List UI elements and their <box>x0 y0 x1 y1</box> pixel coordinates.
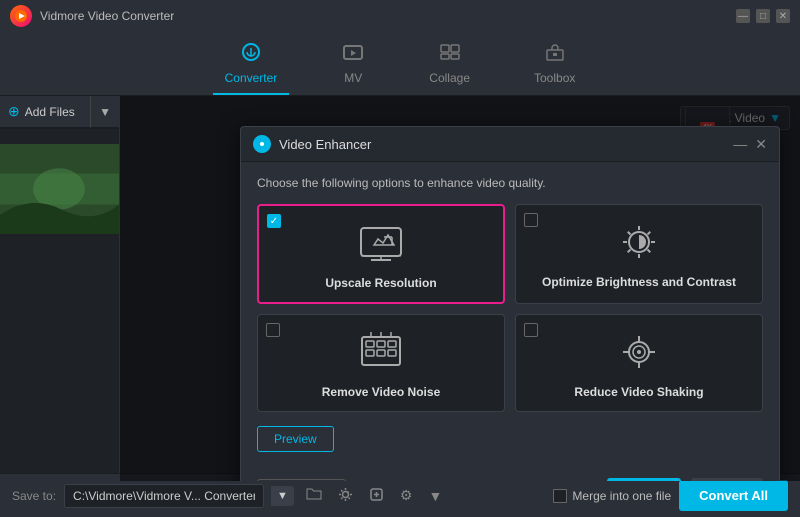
apply-all-button[interactable]: Apply to All <box>257 479 346 482</box>
merge-checkbox-area: Merge into one file <box>553 489 671 503</box>
title-bar: Vidmore Video Converter — □ ✕ <box>0 0 800 32</box>
cancel-button[interactable]: Cancel <box>691 478 763 481</box>
dialog-icon <box>253 135 271 153</box>
collage-icon <box>438 42 462 68</box>
tab-mv-label: MV <box>344 71 362 85</box>
add-files-dropdown-button[interactable]: ▼ <box>90 96 119 128</box>
add-files-label: Add Files <box>25 105 75 119</box>
dropdown-config-button[interactable]: ▼ <box>424 486 446 506</box>
dialog-controls: — ✕ <box>733 137 767 151</box>
tab-converter-label: Converter <box>225 71 278 85</box>
brightness-icon-area <box>609 217 669 267</box>
option-shaking[interactable]: Reduce Video Shaking <box>515 314 763 412</box>
nav-tabs: Converter MV Collage <box>0 32 800 96</box>
shaking-icon-area <box>609 327 669 377</box>
tab-collage-label: Collage <box>429 71 470 85</box>
upscale-checkbox[interactable]: ✓ <box>267 214 281 228</box>
shaking-label: Reduce Video Shaking <box>574 385 703 399</box>
tab-toolbox-label: Toolbox <box>534 71 575 85</box>
minimize-button[interactable]: — <box>736 9 750 23</box>
upscale-label: Upscale Resolution <box>325 276 436 290</box>
dialog-header: Video Enhancer — ✕ <box>241 127 779 162</box>
save-to-label: Save to: <box>12 489 56 503</box>
app-title: Vidmore Video Converter <box>40 9 174 23</box>
convert-all-button[interactable]: Convert All <box>679 480 788 511</box>
dialog-footer: Apply to All ➜ Save Cancel <box>257 472 763 481</box>
gear-icon[interactable] <box>365 485 388 507</box>
preview-button[interactable]: Preview <box>257 426 334 452</box>
noise-icon-area <box>351 327 411 377</box>
plus-icon: ⊕ <box>8 103 20 120</box>
merge-checkbox[interactable] <box>553 489 567 503</box>
save-button[interactable]: Save <box>607 478 681 481</box>
dialog-subtitle: Choose the following options to enhance … <box>257 176 763 190</box>
title-bar-controls: — □ ✕ <box>736 9 790 23</box>
option-noise[interactable]: Remove Video Noise <box>257 314 505 412</box>
option-upscale[interactable]: ✓ <box>257 204 505 304</box>
app-icon <box>10 5 32 27</box>
shaking-checkbox[interactable] <box>524 323 538 337</box>
save-path-dropdown-button[interactable]: ▼ <box>271 486 294 506</box>
options-grid: ✓ <box>257 204 763 412</box>
converter-icon <box>239 42 263 68</box>
brightness-checkbox[interactable] <box>524 213 538 227</box>
tab-toolbox[interactable]: Toolbox <box>522 38 587 95</box>
config-icon[interactable]: ⚙ <box>396 485 417 506</box>
dialog-minimize-button[interactable]: — <box>733 137 747 151</box>
upscale-icon-area <box>351 218 411 268</box>
save-path-input[interactable] <box>64 484 264 508</box>
modal-overlay: Video Enhancer — ✕ Choose the following … <box>120 96 800 481</box>
settings-icon[interactable] <box>334 485 357 507</box>
merge-label: Merge into one file <box>572 489 671 503</box>
sidebar: ⊕ Add Files ▼ <box>0 96 120 481</box>
option-brightness[interactable]: Optimize Brightness and Contrast <box>515 204 763 304</box>
content-pane: MP4 4K Video ▼ 4K MP4 <box>120 96 800 481</box>
close-button[interactable]: ✕ <box>776 9 790 23</box>
dialog-title: Video Enhancer <box>279 137 371 152</box>
video-enhancer-dialog: Video Enhancer — ✕ Choose the following … <box>240 126 780 481</box>
dialog-body: Choose the following options to enhance … <box>241 162 779 481</box>
brightness-label: Optimize Brightness and Contrast <box>542 275 736 289</box>
tab-mv[interactable]: MV <box>329 38 377 95</box>
noise-label: Remove Video Noise <box>322 385 441 399</box>
add-files-button[interactable]: ⊕ Add Files <box>0 96 90 128</box>
tab-converter[interactable]: Converter <box>213 38 290 95</box>
mv-icon <box>341 42 365 68</box>
main-area: ⊕ Add Files ▼ MP4 4K Video ▼ <box>0 96 800 481</box>
title-bar-left: Vidmore Video Converter <box>10 5 174 27</box>
dialog-close-button[interactable]: ✕ <box>755 137 767 151</box>
folder-open-icon[interactable] <box>302 485 326 506</box>
noise-checkbox[interactable] <box>266 323 280 337</box>
tab-collage[interactable]: Collage <box>417 38 482 95</box>
maximize-button[interactable]: □ <box>756 9 770 23</box>
toolbox-icon <box>543 42 567 68</box>
dropdown-arrow-icon: ▼ <box>99 105 111 119</box>
